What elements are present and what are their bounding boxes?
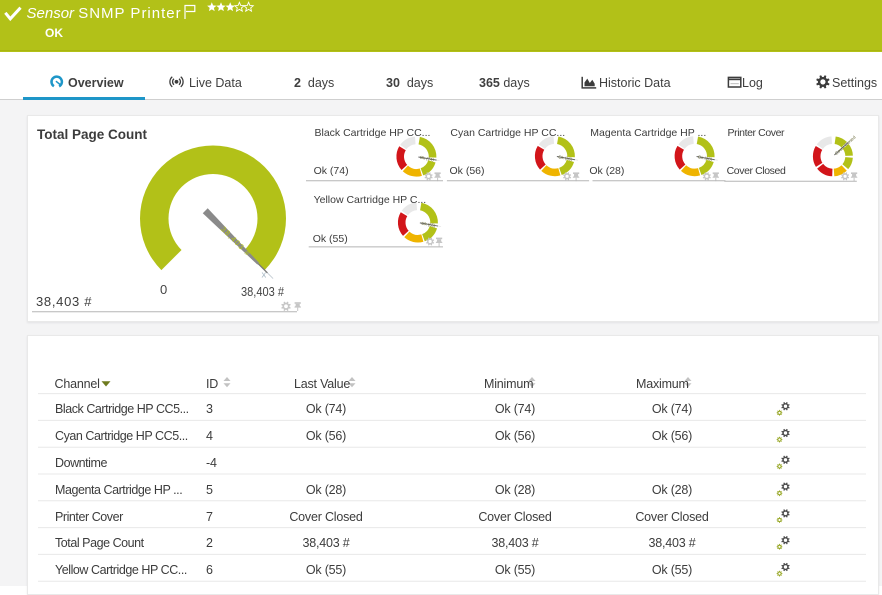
svg-text:38,403 #: 38,403 # — [219, 225, 253, 259]
svg-text:x: x — [262, 270, 267, 281]
